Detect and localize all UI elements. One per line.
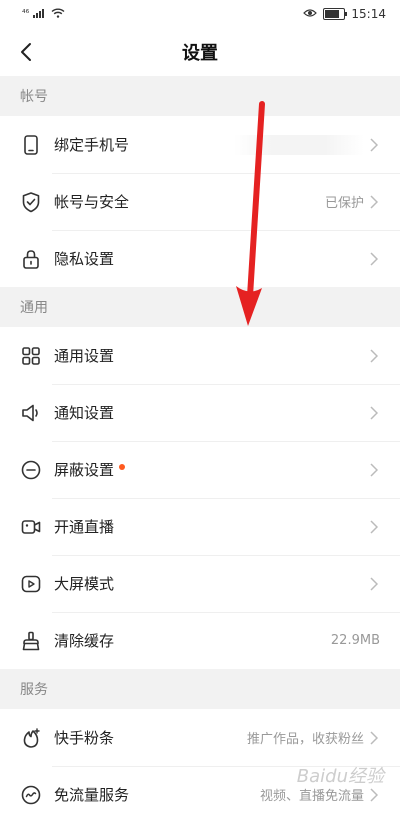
back-arrow-icon <box>21 43 31 61</box>
status-bar: ⁴⁶ 15:14 <box>0 0 400 28</box>
chevron-right-icon <box>370 405 380 420</box>
battery-icon <box>323 8 348 20</box>
new-badge-dot <box>119 463 126 470</box>
settings-item-live[interactable]: 开通直播 <box>0 498 400 555</box>
settings-item-general[interactable]: 通用设置 <box>0 327 400 384</box>
settings-item-bind-phone[interactable]: 绑定手机号 <box>0 116 400 173</box>
settings-item-notifications[interactable]: 通知设置 <box>0 384 400 441</box>
shield-icon <box>20 191 42 213</box>
fire-plus-icon <box>20 727 42 749</box>
video-camera-icon <box>20 516 42 538</box>
settings-item-big-screen[interactable]: 大屏模式 <box>0 555 400 612</box>
settings-item-account-security[interactable]: 帐号与安全 已保护 <box>0 173 400 230</box>
wifi-icon <box>51 8 65 21</box>
grid-icon <box>20 345 42 367</box>
chevron-right-icon <box>370 519 380 534</box>
settings-item-value: 推广作品，收获粉丝 <box>246 732 364 747</box>
settings-item-privacy[interactable]: 隐私设置 <box>0 230 400 287</box>
chevron-right-icon <box>370 137 380 152</box>
play-circle-icon <box>20 573 42 595</box>
settings-item-label: 屏蔽设置 <box>54 461 115 479</box>
lock-icon <box>20 248 42 270</box>
phone-icon <box>20 134 42 156</box>
settings-item-label: 大屏模式 <box>54 575 115 593</box>
back-button[interactable] <box>10 36 42 68</box>
settings-item-label: 绑定手机号 <box>54 136 130 154</box>
minus-circle-icon <box>20 459 42 481</box>
phone-number-blurred <box>234 134 364 155</box>
eye-icon <box>303 7 318 21</box>
nav-bar: 设置 <box>0 28 400 76</box>
settings-item-label: 通知设置 <box>54 404 115 422</box>
settings-item-label: 开通直播 <box>54 518 115 536</box>
chevron-right-icon <box>370 787 380 802</box>
chevron-right-icon <box>370 348 380 363</box>
settings-item-label: 通用设置 <box>54 347 115 365</box>
settings-item-label: 隐私设置 <box>54 250 115 268</box>
speaker-icon <box>20 402 42 424</box>
clock: 15:14 <box>351 7 386 21</box>
chevron-right-icon <box>370 576 380 591</box>
network-type: ⁴⁶ <box>22 9 30 19</box>
page-title: 设置 <box>182 43 218 64</box>
wave-circle-icon <box>20 784 42 806</box>
cache-size-value: 22.9MB <box>330 633 380 648</box>
section-header-account: 帐号 <box>0 76 400 116</box>
settings-item-value: 已保护 <box>324 196 364 211</box>
settings-item-label: 帐号与安全 <box>54 193 130 211</box>
chevron-right-icon <box>370 462 380 477</box>
settings-item-block[interactable]: 屏蔽设置 <box>0 441 400 498</box>
chevron-right-icon <box>370 730 380 745</box>
settings-item-label: 清除缓存 <box>54 632 115 650</box>
brush-icon <box>20 630 42 652</box>
settings-item-label: 快手粉条 <box>54 729 115 747</box>
chevron-right-icon <box>370 251 380 266</box>
settings-item-clear-cache[interactable]: 清除缓存 22.9MB <box>0 612 400 669</box>
watermark: Baidu经验 <box>296 766 384 787</box>
settings-item-label: 免流量服务 <box>54 786 130 804</box>
section-header-services: 服务 <box>0 669 400 709</box>
status-right: 15:14 <box>303 7 386 21</box>
section-header-general: 通用 <box>0 287 400 327</box>
signal-icon <box>33 8 47 21</box>
status-left: ⁴⁶ <box>22 8 65 21</box>
settings-item-fan-promo[interactable]: 快手粉条 推广作品，收获粉丝 <box>0 709 400 766</box>
chevron-right-icon <box>370 194 380 209</box>
